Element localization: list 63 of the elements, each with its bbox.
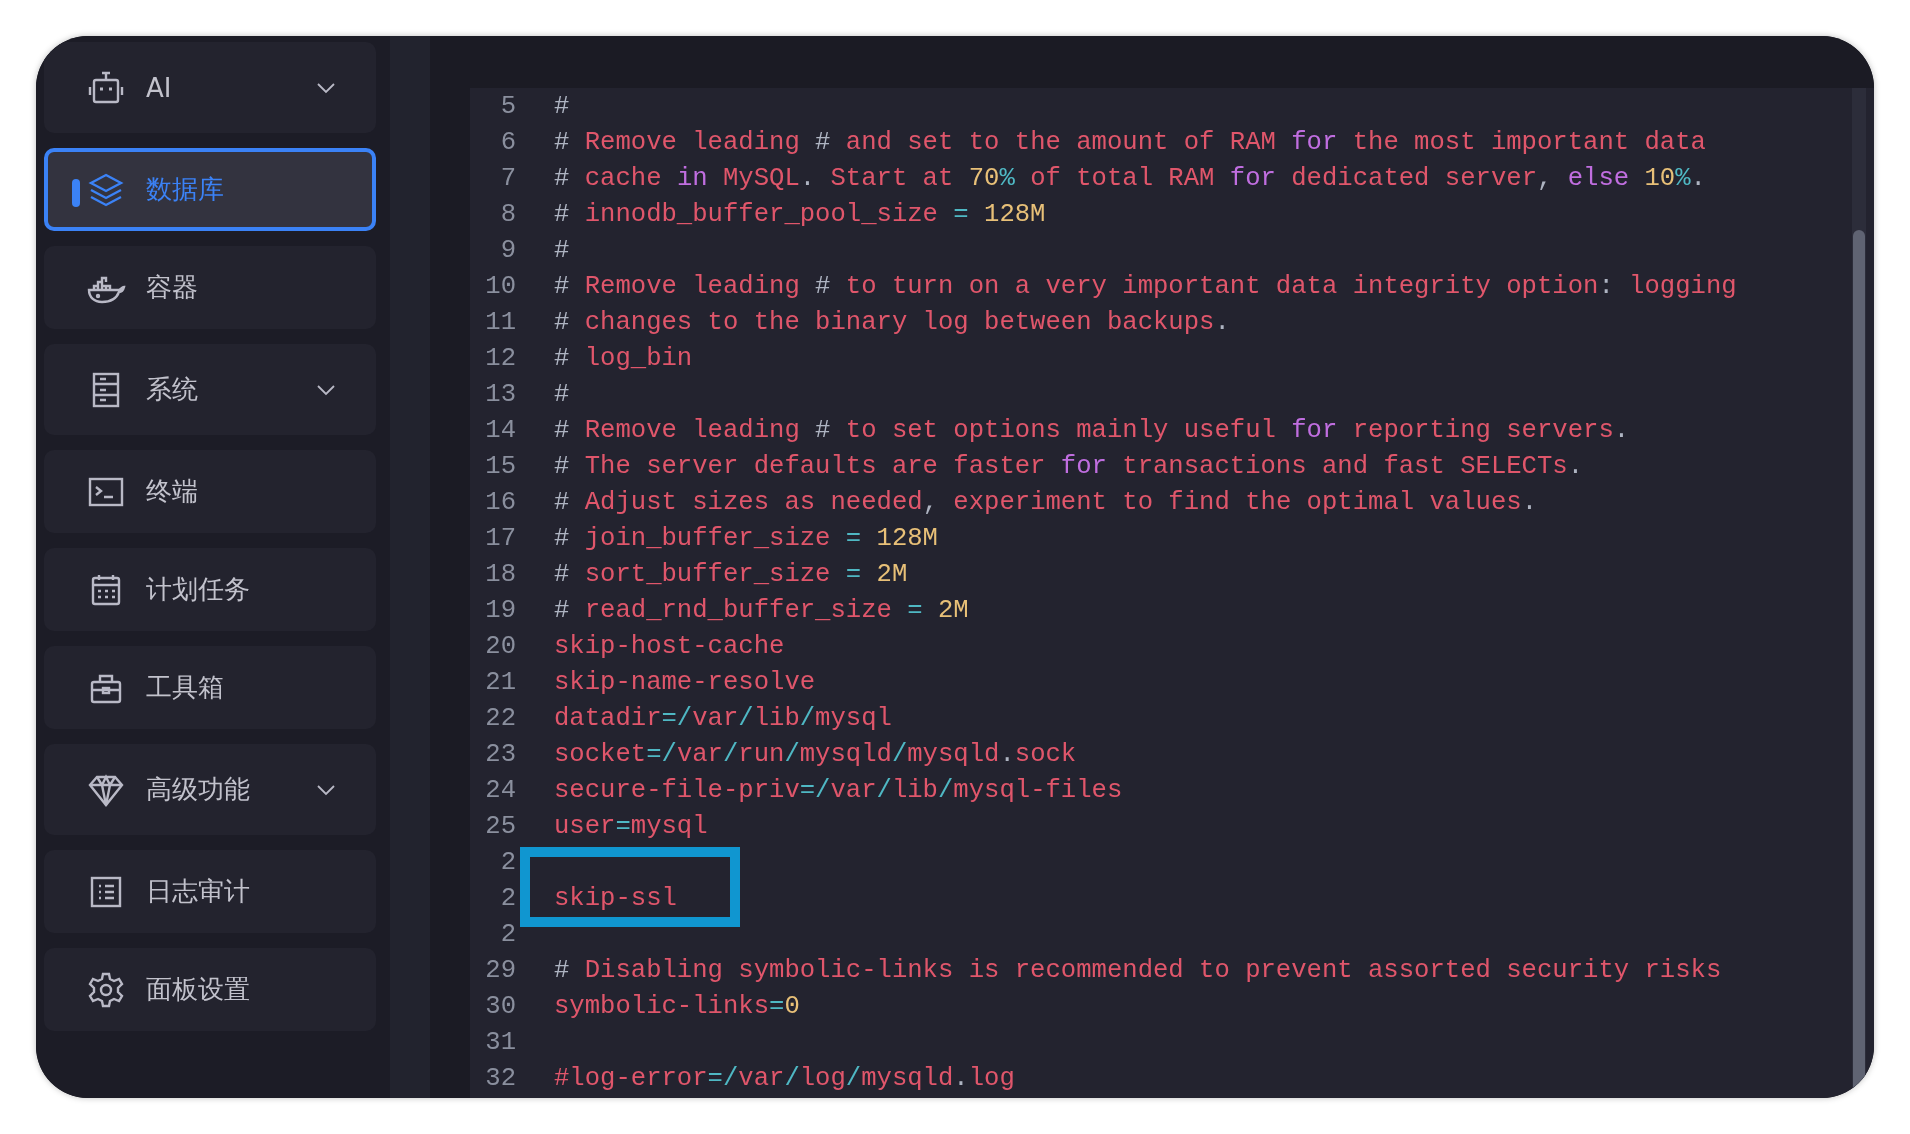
code-line: # innodb_buffer_pool_size = 128M bbox=[554, 199, 1046, 229]
line-number: 13 bbox=[484, 379, 516, 409]
selection-bar bbox=[72, 179, 80, 207]
sidebar-item[interactable]: AI bbox=[44, 42, 376, 133]
sidebar-item[interactable]: 计划任务 bbox=[44, 548, 376, 631]
code-line: #log-error=/var/log/mysqld.log bbox=[554, 1063, 1015, 1093]
line-number: 17 bbox=[484, 523, 516, 553]
line-number: 21 bbox=[484, 667, 516, 697]
code-line: # bbox=[554, 91, 570, 121]
line-number: 9 bbox=[499, 235, 516, 265]
line-number: 12 bbox=[484, 343, 516, 373]
line-number: 19 bbox=[484, 595, 516, 625]
line-number: 18 bbox=[484, 559, 516, 589]
sidebar-item[interactable]: 容器 bbox=[44, 246, 376, 329]
code-line: # Remove leading # to set options mainly useful for reporting servers. bbox=[554, 415, 1630, 445]
code-line: # join_buffer_size = 128M bbox=[554, 523, 938, 553]
line-number: 25 bbox=[484, 811, 516, 841]
code-line: # Disabling symbolic-links is recommended to prevent assorted security risks bbox=[554, 955, 1722, 985]
code-line: # The server defaults are faster for transactions and fast SELECTs. bbox=[554, 451, 1584, 481]
line-number: 23 bbox=[484, 739, 516, 769]
line-number: 22 bbox=[484, 703, 516, 733]
code-line: # bbox=[554, 235, 570, 265]
code-line: symbolic-links=0 bbox=[554, 991, 800, 1021]
line-number: 11 bbox=[484, 307, 516, 337]
code-line: # Remove leading # to turn on a very important data integrity option: logging bbox=[554, 271, 1737, 301]
line-number: 5 bbox=[499, 91, 516, 121]
sidebar-item[interactable]: 终端 bbox=[44, 450, 376, 533]
line-number: 15 bbox=[484, 451, 516, 481]
code-line: skip-ssl bbox=[554, 883, 677, 913]
line-number: 6 bbox=[499, 127, 516, 157]
line-number: 8 bbox=[499, 199, 516, 229]
sidebar-item[interactable]: 高级功能 bbox=[44, 744, 376, 835]
code-line: skip-host-cache bbox=[554, 631, 785, 661]
line-number: 16 bbox=[484, 487, 516, 517]
sidebar-item[interactable]: 面板设置 bbox=[44, 948, 376, 1031]
line-number: 24 bbox=[484, 775, 516, 805]
code-line: socket=/var/run/mysqld/mysqld.sock bbox=[554, 739, 1077, 769]
code-line: datadir=/var/lib/mysql bbox=[554, 703, 892, 733]
code-line: # bbox=[554, 379, 570, 409]
code-line: secure-file-priv=/var/lib/mysql-files bbox=[554, 775, 1123, 805]
line-number: 2 bbox=[499, 883, 516, 913]
line-number: 30 bbox=[484, 991, 516, 1021]
sidebar-item[interactable]: 日志审计 bbox=[44, 850, 376, 933]
line-number: 20 bbox=[484, 631, 516, 661]
line-number: 29 bbox=[484, 955, 516, 985]
line-number: 14 bbox=[484, 415, 516, 445]
code-line: # log_bin bbox=[554, 343, 693, 373]
code-line: user=mysql bbox=[554, 811, 708, 841]
sidebar-item[interactable]: 系统 bbox=[44, 344, 376, 435]
code-line: skip-name-resolve bbox=[554, 667, 816, 697]
sidebar-item[interactable]: 工具箱 bbox=[44, 646, 376, 729]
line-number: 2 bbox=[499, 919, 516, 949]
code-line: # cache in MySQL. Start at 70% of total RAM for dedicated server, else 10%. bbox=[554, 163, 1706, 193]
code-line: # changes to the binary log between backups. bbox=[554, 307, 1230, 337]
line-number: 31 bbox=[484, 1027, 516, 1057]
code-line: # Adjust sizes as needed, experiment to find the optimal values. bbox=[554, 487, 1537, 517]
line-number: 2 bbox=[499, 847, 516, 877]
line-number: 10 bbox=[484, 271, 516, 301]
line-number: 32 bbox=[484, 1063, 516, 1093]
code-line: # Remove leading # and set to the amount of RAM for the most important data bbox=[554, 127, 1706, 157]
code-line: # sort_buffer_size = 2M bbox=[554, 559, 908, 589]
line-number: 7 bbox=[499, 163, 516, 193]
code-line: # read_rnd_buffer_size = 2M bbox=[554, 595, 969, 625]
